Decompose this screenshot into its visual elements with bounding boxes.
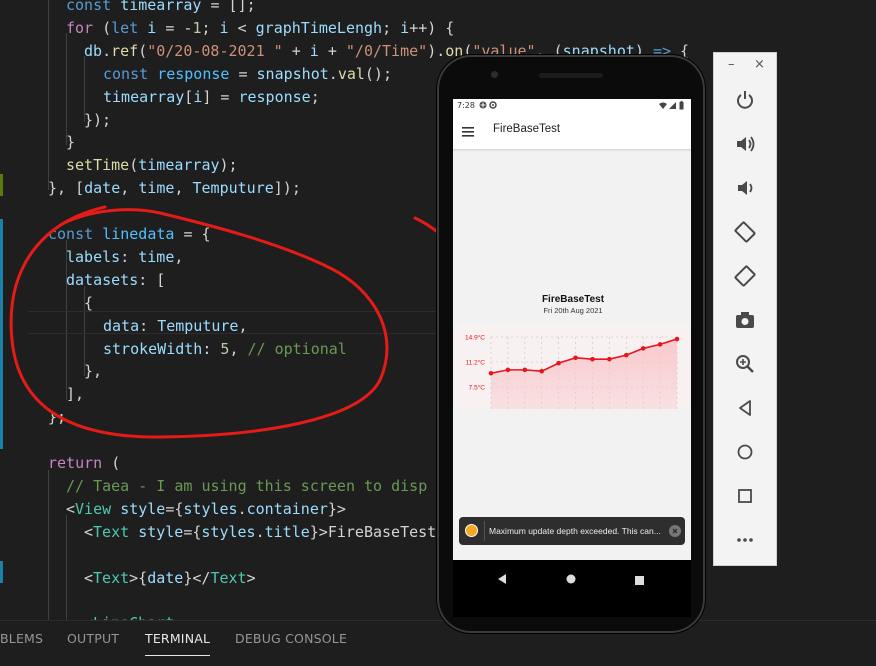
warning-icon xyxy=(465,524,478,537)
data-point xyxy=(488,370,494,376)
rotate-left-icon[interactable] xyxy=(734,221,756,243)
toast-divider xyxy=(484,521,485,541)
volume-up-icon[interactable] xyxy=(734,133,756,155)
data-point xyxy=(623,352,629,358)
settings-icon xyxy=(489,101,497,111)
front-camera xyxy=(491,71,498,78)
chart-subtitle: Fri 20th Aug 2021 xyxy=(543,306,602,315)
data-point xyxy=(640,346,646,351)
volume-down-icon[interactable] xyxy=(734,177,756,199)
wifi-icon xyxy=(659,102,667,111)
y-tick-label: 14.9°C xyxy=(465,334,485,342)
dismiss-icon[interactable] xyxy=(669,525,681,537)
android-emulator-phone: 7:28 FireBaseTest FireBaseTest Fri 20th … xyxy=(437,55,705,633)
back-icon[interactable] xyxy=(734,397,756,419)
overview-icon[interactable] xyxy=(734,485,756,507)
minimize-icon[interactable]: – xyxy=(728,57,735,72)
status-notification-icon xyxy=(479,101,487,111)
emulator-controls-panel: – × xyxy=(713,52,777,566)
chart-title: FireBaseTest xyxy=(542,294,605,305)
close-icon[interactable]: × xyxy=(754,57,765,72)
status-bar: 7:28 xyxy=(453,99,691,113)
error-toast[interactable]: Maximum update depth exceeded. This can.… xyxy=(459,517,685,545)
home-icon[interactable] xyxy=(566,569,576,588)
signal-icon xyxy=(669,102,676,111)
data-point xyxy=(505,367,511,373)
app-bar: FireBaseTest xyxy=(453,113,691,149)
more-icon[interactable] xyxy=(734,529,756,551)
y-tick-label: 11.2°C xyxy=(466,359,486,367)
power-icon[interactable] xyxy=(734,89,756,111)
menu-icon[interactable] xyxy=(462,124,474,142)
tab-problems[interactable]: BLEMS xyxy=(0,631,43,646)
data-point xyxy=(657,342,663,347)
rotate-right-icon[interactable] xyxy=(734,265,756,287)
bottom-panel-tabs: BLEMS OUTPUT TERMINAL DEBUG CONSOLE xyxy=(0,620,876,666)
data-point xyxy=(556,360,561,366)
y-tick-label: 7.5°C xyxy=(469,384,486,392)
data-point xyxy=(590,356,595,362)
temperature-line-chart: FireBaseTestFri 20th Aug 2021 14.9°C 11.2°… xyxy=(453,294,691,410)
tab-terminal[interactable]: TERMINAL xyxy=(145,631,211,656)
app-title: FireBaseTest xyxy=(493,123,561,135)
data-point xyxy=(674,336,680,342)
status-time: 7:28 xyxy=(457,101,475,110)
back-icon[interactable] xyxy=(497,569,507,588)
y-tick-label: 3.7°C xyxy=(469,409,486,410)
annotation-circle xyxy=(9,205,389,439)
data-point xyxy=(522,367,528,373)
tab-output[interactable]: OUTPUT xyxy=(67,631,119,646)
earpiece-speaker xyxy=(539,73,603,78)
home-icon[interactable] xyxy=(734,441,756,463)
toast-message: Maximum update depth exceeded. This can.… xyxy=(489,526,661,536)
phone-screen[interactable]: 7:28 FireBaseTest FireBaseTest Fri 20th … xyxy=(453,99,691,617)
recents-icon[interactable] xyxy=(635,570,644,589)
data-point xyxy=(573,355,578,361)
data-point xyxy=(607,356,612,362)
camera-icon[interactable] xyxy=(734,309,756,331)
battery-icon xyxy=(679,101,684,112)
tab-debug-console[interactable]: DEBUG CONSOLE xyxy=(235,631,347,646)
android-nav-bar xyxy=(453,560,691,617)
data-point xyxy=(539,368,545,374)
zoom-icon[interactable] xyxy=(734,353,756,375)
